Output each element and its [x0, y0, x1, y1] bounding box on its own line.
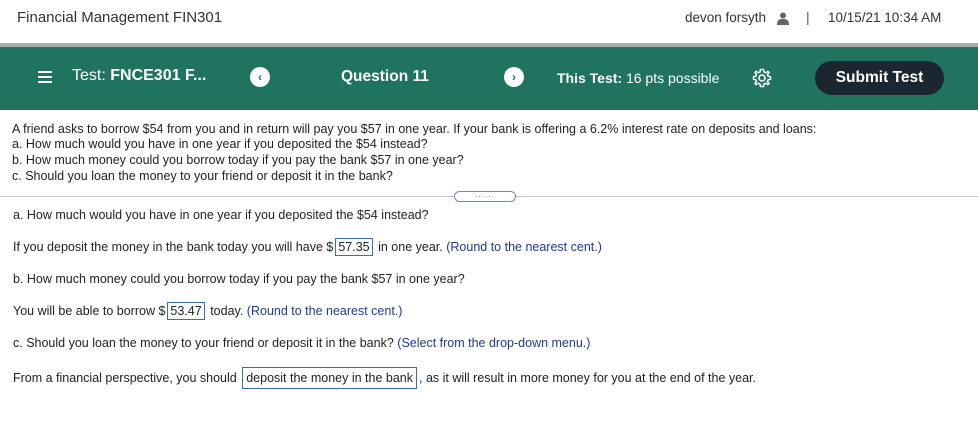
test-title[interactable]: Test: FNCE301 F...: [72, 67, 206, 85]
this-test-label: This Test:: [557, 70, 623, 86]
answer-b-text-after: today.: [210, 304, 244, 318]
question-part-a: a. How much would you have in one year i…: [12, 137, 428, 151]
answer-a-hint: (Round to the nearest cent.): [446, 240, 602, 254]
question-part-c: c. Should you loan the money to your fri…: [12, 169, 393, 183]
answer-c-dropdown[interactable]: deposit the money in the bank: [242, 367, 417, 389]
answer-a-row: If you deposit the money in the bank tod…: [13, 238, 602, 256]
user-name[interactable]: devon forsyth: [685, 10, 766, 25]
answer-c-hint: (Select from the drop-down menu.): [397, 336, 591, 350]
gear-icon[interactable]: [752, 68, 772, 88]
answer-c-row: From a financial perspective, you should…: [13, 367, 756, 389]
top-bar: Financial Management FIN301 devon forsyt…: [0, 0, 978, 40]
test-header: Test: FNCE301 F... ‹ Question 11 › This …: [0, 47, 978, 110]
answer-a-text-after: in one year.: [378, 240, 443, 254]
menu-icon[interactable]: [38, 71, 52, 83]
question-part-b: b. How much money could you borrow today…: [12, 153, 464, 167]
this-test-points: 16 pts possible: [625, 70, 720, 86]
divider-handle[interactable]: ......: [454, 191, 516, 202]
answer-c-heading-row: c. Should you loan the money to your fri…: [13, 336, 590, 350]
answer-b-row: You will be able to borrow $53.47 today.…: [13, 302, 402, 320]
next-question-button[interactable]: ›: [504, 67, 524, 87]
this-test-info: This Test: 16 pts possible: [557, 70, 719, 86]
user-icon: [777, 12, 789, 25]
question-intro: A friend asks to borrow $54 from you and…: [12, 122, 817, 136]
answer-c-text-after: , as it will result in more money for yo…: [419, 371, 756, 385]
answer-a-text-before: If you deposit the money in the bank tod…: [13, 240, 334, 254]
answer-c-heading: c. Should you loan the money to your fri…: [13, 336, 394, 350]
answer-a-heading: a. How much would you have in one year i…: [13, 208, 429, 222]
answer-b-hint: (Round to the nearest cent.): [246, 304, 403, 318]
separator: |: [806, 9, 810, 25]
question-number: Question 11: [341, 68, 429, 85]
answer-b-heading: b. How much money could you borrow today…: [13, 272, 465, 286]
test-name: FNCE301 F...: [110, 67, 207, 84]
answer-b-text-before: You will be able to borrow $: [13, 304, 166, 318]
answer-b-input[interactable]: 53.47: [167, 302, 205, 320]
previous-question-button[interactable]: ‹: [250, 67, 270, 87]
date-time: 10/15/21 10:34 AM: [828, 10, 942, 25]
answer-a-input[interactable]: 57.35: [335, 238, 373, 256]
test-prefix: Test:: [72, 67, 106, 84]
course-title: Financial Management FIN301: [17, 9, 223, 26]
answer-c-text-before: From a financial perspective, you should: [13, 371, 237, 385]
submit-test-button[interactable]: Submit Test: [815, 61, 944, 95]
